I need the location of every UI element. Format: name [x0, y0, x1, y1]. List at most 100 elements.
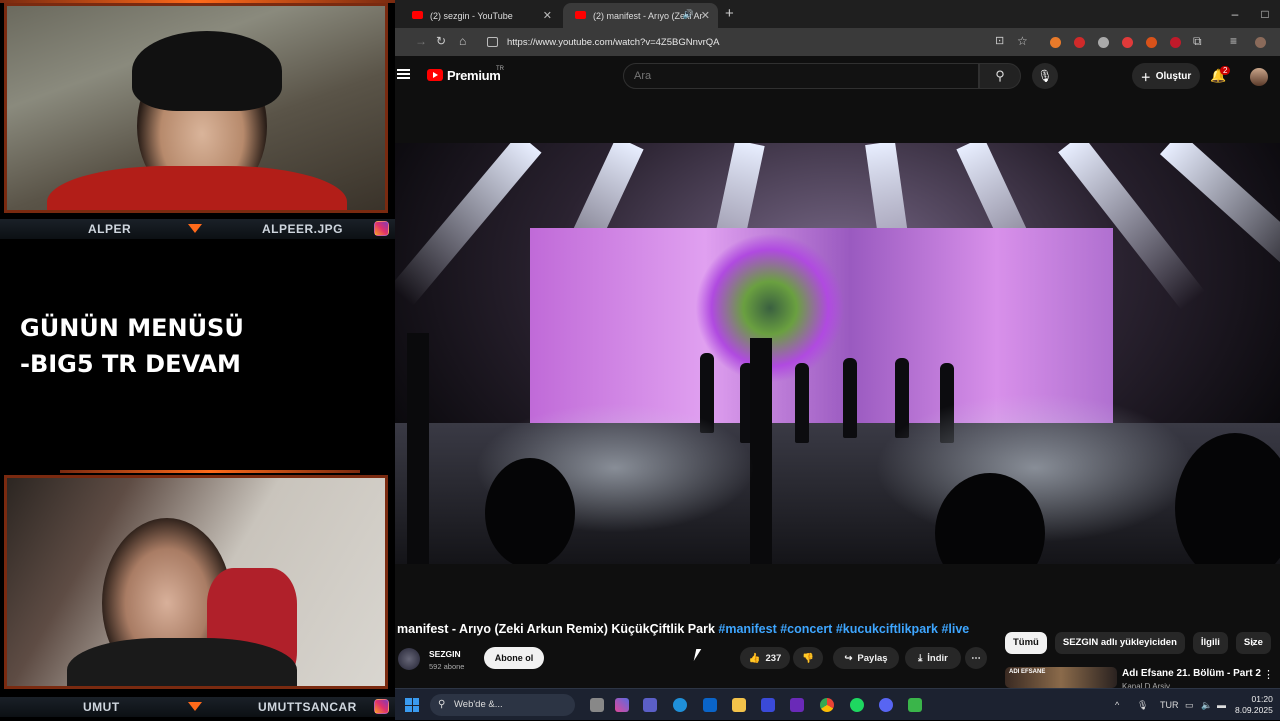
youtube-favicon-icon	[412, 11, 423, 19]
mouse-cursor-icon	[693, 649, 702, 661]
extension-shield-icon[interactable]	[1098, 37, 1109, 48]
extension-red-icon[interactable]	[1074, 37, 1085, 48]
hashtag-link[interactable]: #manifest	[718, 622, 776, 636]
app-icon[interactable]	[908, 698, 922, 712]
extensions-puzzle-icon[interactable]: ⧉	[1193, 34, 1202, 49]
orange-triangle-icon	[188, 702, 202, 711]
youtube-premium-logo[interactable]: Premium	[447, 68, 501, 83]
extension-orange-icon[interactable]	[1146, 37, 1157, 48]
video-player[interactable]	[395, 143, 1280, 564]
tab-manifest-video[interactable]: (2) manifest - Arıyo (Zeki Ar 🔊 ✕	[563, 3, 718, 28]
overlay-divider	[60, 470, 360, 473]
recommended-more-icon[interactable]: ⋮	[1263, 668, 1274, 681]
app-icon[interactable]	[761, 698, 775, 712]
file-explorer-icon[interactable]	[732, 698, 746, 712]
volume-icon[interactable]: 🔈	[1201, 700, 1212, 711]
bookmark-star-icon[interactable]: ☆	[1017, 34, 1028, 48]
tab-sezgin-youtube[interactable]: (2) sezgin - YouTube ✕	[400, 3, 560, 28]
region-code: TR	[496, 66, 504, 72]
battery-icon[interactable]: ▬	[1217, 700, 1226, 710]
hashtag-link[interactable]: #kucukciftlikpark	[836, 622, 938, 636]
close-tab-icon[interactable]: ✕	[543, 9, 552, 22]
taskbar-clock[interactable]: 01:20 8.09.2025	[1235, 694, 1273, 716]
chevron-right-icon[interactable]: ›	[1251, 636, 1255, 650]
minimize-button[interactable]: –	[1220, 0, 1250, 28]
subscribe-button[interactable]: Abone ol	[484, 647, 544, 669]
stage-pillar	[750, 338, 772, 564]
teams-icon[interactable]	[643, 698, 657, 712]
plus-icon: ＋	[1140, 72, 1151, 84]
taskbar-search[interactable]: ⚲ Web'de &...	[430, 694, 575, 716]
chevron-up-icon[interactable]: ^	[1115, 700, 1119, 710]
site-info-icon[interactable]	[487, 37, 498, 47]
window-controls: – □	[1220, 0, 1280, 28]
network-icon[interactable]: ▭	[1185, 700, 1194, 711]
forward-icon[interactable]: →	[415, 34, 427, 48]
maximize-button[interactable]: □	[1250, 0, 1280, 28]
clock-time: 01:20	[1251, 694, 1273, 704]
reading-list-icon[interactable]: ≡	[1230, 34, 1237, 48]
ublock-icon[interactable]	[1170, 37, 1181, 48]
discord-icon[interactable]	[879, 698, 893, 712]
audio-playing-icon[interactable]: 🔊	[683, 9, 694, 20]
cam1-name-right: ALPEER.JPG	[262, 222, 344, 236]
clock-date: 8.09.2025	[1235, 705, 1273, 715]
search-icon[interactable]: ⚲	[979, 63, 1021, 89]
install-app-icon[interactable]: ⊡	[995, 34, 1004, 47]
audience-head	[485, 458, 575, 564]
task-view-icon[interactable]	[590, 698, 604, 712]
hashtag-link[interactable]: #concert	[780, 622, 832, 636]
chip-all[interactable]: Tümü	[1005, 632, 1047, 654]
address-bar: → ↻ ⌂ https://www.youtube.com/watch?v=4Z…	[395, 28, 1280, 56]
new-tab-button[interactable]: +	[725, 5, 734, 22]
red-shirt	[47, 166, 347, 210]
recommended-title[interactable]: Adı Efsane 21. Bölüm - Part 2	[1122, 668, 1261, 679]
hashtag-link[interactable]: #live	[941, 622, 969, 636]
account-avatar[interactable]	[1250, 68, 1268, 86]
copilot-icon[interactable]	[615, 698, 629, 712]
instagram-icon	[374, 699, 389, 714]
dislike-button[interactable]: 👎	[793, 647, 823, 669]
close-tab-icon[interactable]: ✕	[701, 9, 710, 22]
download-button[interactable]: ⤓ İndir	[905, 647, 961, 669]
outlook-icon[interactable]	[703, 698, 717, 712]
stream-overlay: ALPER ALPEER.JPG GÜNÜN MENÜSÜ -BIG5 TR D…	[0, 0, 395, 720]
extension-record-icon[interactable]	[1122, 37, 1133, 48]
share-button[interactable]: ↪ Paylaş	[833, 647, 899, 669]
spotify-icon[interactable]	[850, 698, 864, 712]
notification-count-badge: 2	[1220, 66, 1231, 75]
channel-name[interactable]: SEZGIN	[429, 649, 461, 659]
menu-hamburger-icon[interactable]	[397, 69, 410, 79]
search-icon: ⚲	[438, 699, 446, 710]
microphone-icon[interactable]: 🎙	[1032, 63, 1058, 89]
chip-from-uploader[interactable]: SEZGIN adlı yükleyiciden	[1054, 632, 1185, 654]
chip-related[interactable]: İlgili	[1192, 632, 1228, 654]
webcam-alper	[4, 3, 388, 213]
browser-window: (2) sezgin - YouTube ✕ (2) manifest - Ar…	[395, 0, 1280, 688]
reload-icon[interactable]: ↻	[436, 34, 446, 48]
microphone-icon[interactable]: 🎙	[1137, 700, 1148, 711]
create-button[interactable]: ＋ Oluştur	[1132, 63, 1200, 89]
more-actions-button[interactable]: ⋯	[965, 647, 987, 669]
stage-pillar	[407, 333, 429, 564]
thumbs-up-icon: 👍	[748, 652, 761, 664]
url-field[interactable]: https://www.youtube.com/watch?v=4Z5BGNnv…	[507, 37, 720, 48]
search-input[interactable]	[623, 63, 979, 89]
youtube-logo-icon[interactable]	[427, 69, 443, 81]
windows-start-icon[interactable]	[405, 698, 419, 712]
profile-avatar-icon[interactable]	[1255, 37, 1266, 48]
share-label: Paylaş	[857, 652, 888, 664]
home-icon[interactable]: ⌂	[459, 34, 466, 48]
youtube-favicon-icon	[575, 11, 586, 19]
language-indicator[interactable]: TUR	[1160, 700, 1179, 710]
chrome-icon[interactable]	[820, 698, 834, 712]
like-button[interactable]: 👍 237	[740, 647, 790, 669]
recommendation-filter-chips: Tümü SEZGIN adlı yükleyiciden İlgili Siz…	[1005, 632, 1271, 654]
extension-fox-icon[interactable]	[1050, 37, 1061, 48]
recommended-thumbnail[interactable]: ADI EFSANE	[1005, 667, 1117, 688]
instagram-icon	[374, 221, 389, 236]
channel-avatar[interactable]	[398, 648, 420, 670]
subscriber-count: 592 abone	[429, 662, 465, 671]
app-icon[interactable]	[790, 698, 804, 712]
edge-icon[interactable]	[673, 698, 687, 712]
